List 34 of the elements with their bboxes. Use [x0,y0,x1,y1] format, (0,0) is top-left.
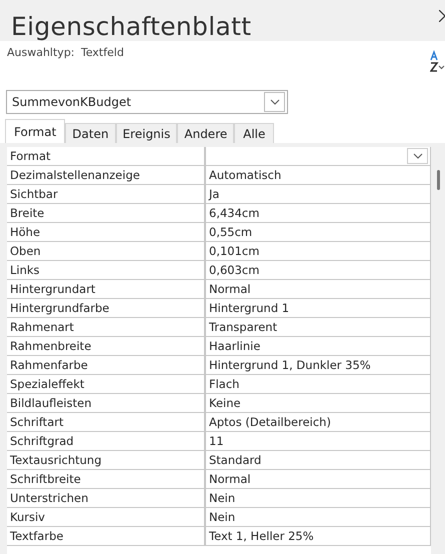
property-value[interactable]: Haarlinie [206,337,431,355]
object-combo[interactable]: SummevonKBudget [6,90,288,114]
tab[interactable]: Ereignis [116,123,178,143]
dropdown-button[interactable] [407,148,428,164]
property-value[interactable]: Normal [206,470,431,488]
property-value[interactable]: Ja [206,185,431,203]
property-value[interactable]: Normal [206,280,431,298]
property-value[interactable]: 11 [206,432,431,450]
dropdown-button[interactable] [264,92,285,112]
tab[interactable]: Andere [177,123,234,143]
property-value[interactable]: Hintergrund 1, Dunkler 35% [206,356,431,374]
property-value[interactable]: Text 1, Heller 25% [206,527,431,545]
property-value[interactable]: 0,603cm [206,261,431,279]
chevron-icon [270,99,280,105]
tab[interactable]: Daten [65,123,116,143]
property-value[interactable]: Transparent [206,318,431,336]
tab[interactable]: Alle [234,123,274,143]
property-value[interactable]: Nein [206,489,431,507]
property-value[interactable]: Hintergrund 1 [206,299,431,317]
property-value[interactable]: 6,434cm [206,204,431,222]
selection-type-label: Auswahltyp: Textfeld [7,46,124,61]
scroll-thumb[interactable] [437,170,440,190]
panel-title: Eigenschaftenblatt [10,11,252,41]
chevron-icon [412,153,422,159]
property-value[interactable]: Automatisch [206,166,431,184]
tab[interactable]: Format [5,119,66,143]
property-value[interactable]: Flach [206,375,431,393]
property-value[interactable]: Standard [206,451,431,469]
property-value[interactable]: Nein [206,508,431,526]
property-value[interactable]: Keine [206,394,431,412]
close-icon[interactable] [439,10,445,22]
property-value[interactable]: Aptos (Detailbereich) [206,413,431,431]
property-value[interactable]: 0,55cm [206,223,431,241]
property-value[interactable]: 0,101cm [206,242,431,260]
